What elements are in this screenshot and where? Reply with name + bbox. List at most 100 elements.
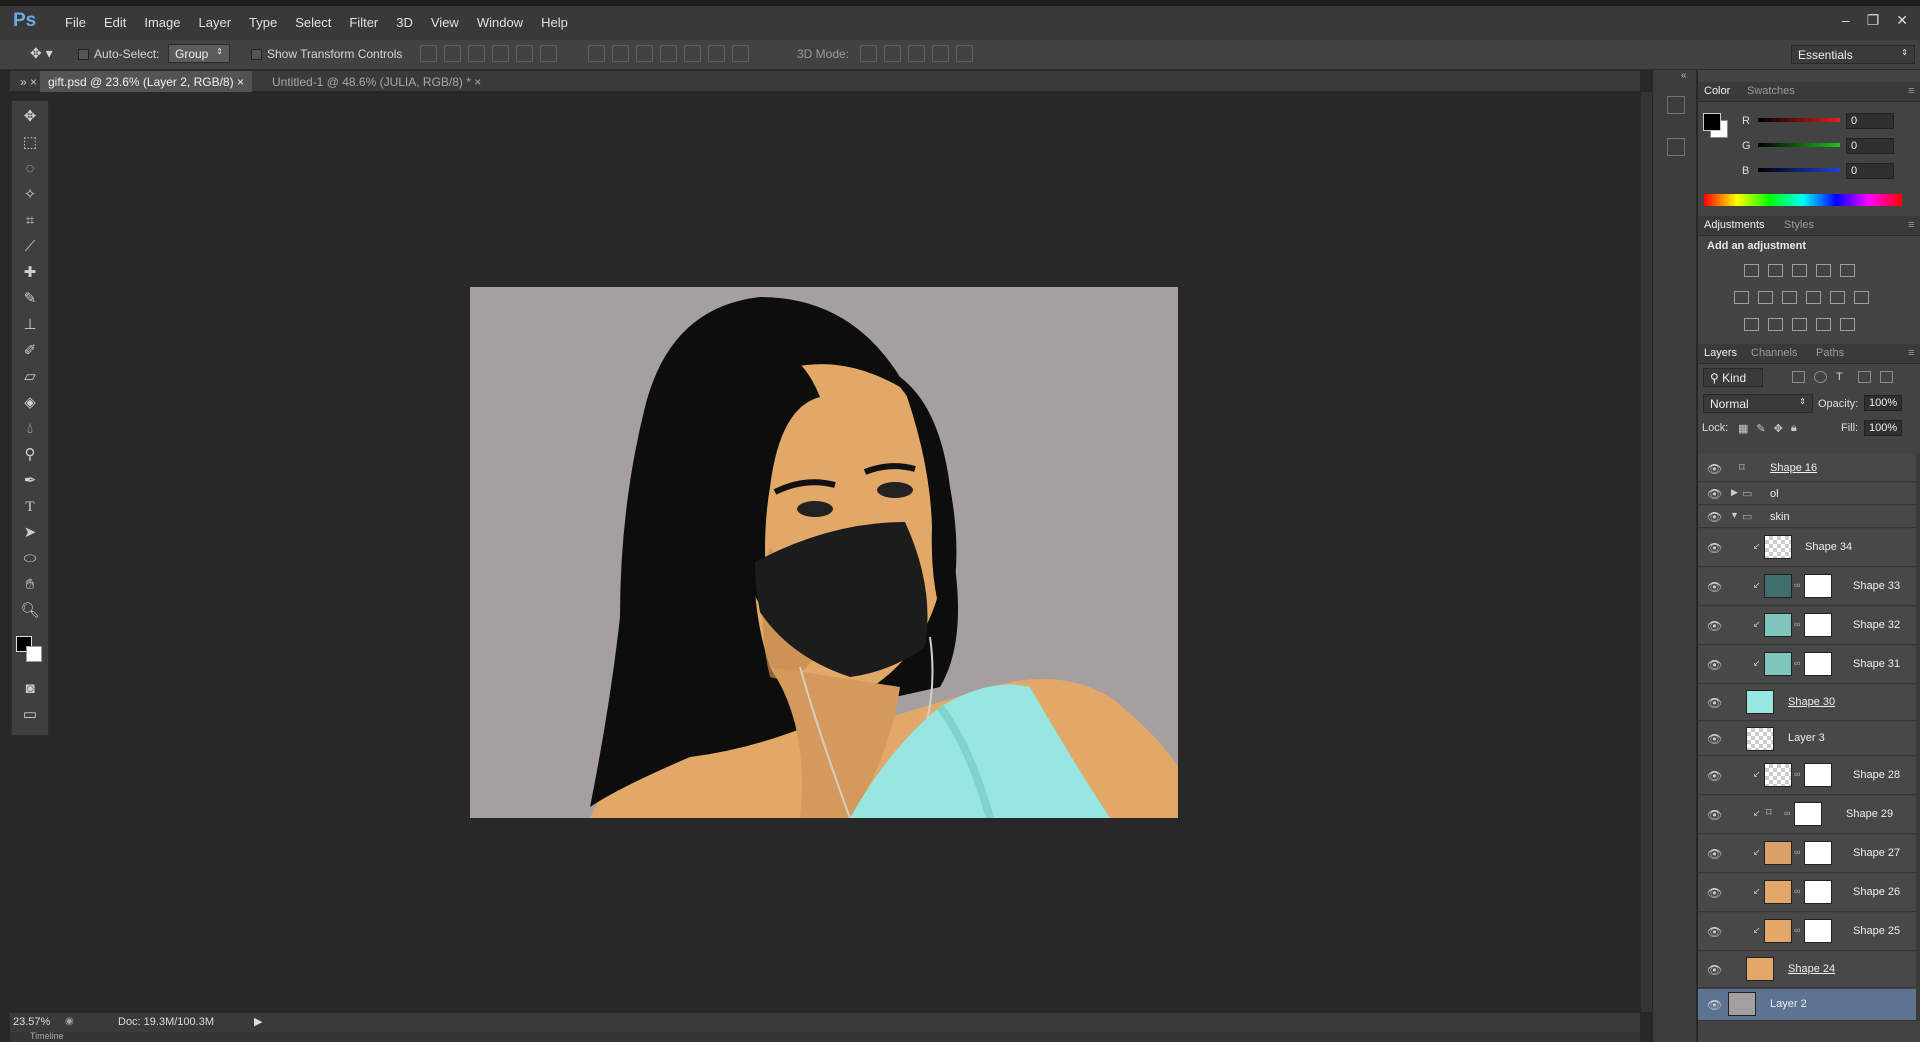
tab-close-icon[interactable]: × bbox=[474, 75, 481, 89]
filter-smart-object-icon[interactable] bbox=[1880, 371, 1893, 383]
color-lookup-icon[interactable] bbox=[1854, 291, 1869, 304]
lock-all-icon[interactable]: 🔒︎ bbox=[1791, 422, 1797, 435]
menu-3d[interactable]: 3D bbox=[387, 15, 422, 30]
layer-name[interactable]: Shape 28 bbox=[1853, 769, 1900, 781]
layer-name[interactable]: Layer 2 bbox=[1770, 998, 1807, 1010]
layer-row[interactable]: 👁︎ ↙ ⌑ ∞ Shape 29 bbox=[1698, 796, 1916, 834]
layer-row[interactable]: 👁︎ ↙ Shape 34 bbox=[1698, 529, 1916, 567]
path-selection-icon[interactable]: ➤ bbox=[20, 523, 40, 543]
channel-g-slider[interactable] bbox=[1758, 143, 1840, 147]
3d-slide-icon[interactable] bbox=[932, 45, 949, 62]
panel-menu-icon[interactable]: ≡ bbox=[1908, 85, 1914, 97]
lock-image-icon[interactable]: ✎ bbox=[1756, 422, 1765, 435]
lock-position-icon[interactable]: ✥ bbox=[1774, 422, 1783, 435]
levels-icon[interactable] bbox=[1768, 264, 1783, 277]
visibility-eye-icon[interactable]: 👁︎ bbox=[1707, 847, 1722, 861]
properties-panel-icon[interactable] bbox=[1667, 138, 1685, 156]
tab-paths[interactable]: Paths bbox=[1816, 347, 1844, 359]
visibility-eye-icon[interactable]: 👁︎ bbox=[1707, 963, 1722, 977]
link-icon[interactable]: ∞ bbox=[1794, 886, 1800, 896]
channel-r-slider[interactable] bbox=[1758, 118, 1840, 122]
lock-transparent-icon[interactable]: ▦ bbox=[1738, 422, 1748, 435]
eyedropper-icon[interactable]: ⟋ bbox=[20, 237, 40, 257]
history-panel-icon[interactable] bbox=[1667, 96, 1685, 114]
menu-file[interactable]: File bbox=[56, 15, 95, 30]
distribute-bottom-icon[interactable] bbox=[636, 45, 653, 62]
selective-color-icon[interactable] bbox=[1816, 318, 1831, 331]
collapse-icon[interactable]: « bbox=[1681, 70, 1687, 81]
visibility-eye-icon[interactable]: 👁︎ bbox=[1707, 696, 1722, 710]
curves-icon[interactable] bbox=[1792, 264, 1807, 277]
move-tool-preset-icon[interactable]: ✥ ▾ bbox=[30, 45, 53, 62]
layer-name[interactable]: Shape 24 bbox=[1788, 963, 1835, 975]
align-vcenter-icon[interactable] bbox=[444, 45, 461, 62]
layer-row[interactable]: 👁︎ Shape 24 bbox=[1698, 952, 1916, 988]
zoom-level[interactable]: 23.57% bbox=[13, 1016, 50, 1028]
status-menu-arrow-icon[interactable]: ▶ bbox=[254, 1015, 262, 1028]
tab-channels[interactable]: Channels bbox=[1751, 347, 1797, 359]
blur-tool-icon[interactable]: 💧︎ bbox=[20, 419, 40, 439]
visibility-eye-icon[interactable]: 👁︎ bbox=[1707, 580, 1722, 594]
menu-select[interactable]: Select bbox=[286, 15, 340, 30]
tab-layers[interactable]: Layers bbox=[1704, 347, 1737, 359]
posterize-icon[interactable] bbox=[1768, 318, 1783, 331]
tab-adjustments[interactable]: Adjustments bbox=[1704, 219, 1765, 231]
dodge-tool-icon[interactable]: ⚲ bbox=[20, 445, 40, 465]
layer-row-selected[interactable]: 👁︎ Layer 2 bbox=[1698, 989, 1916, 1021]
menu-help[interactable]: Help bbox=[532, 15, 577, 30]
layer-name[interactable]: Shape 25 bbox=[1853, 925, 1900, 937]
visibility-eye-icon[interactable]: 👁︎ bbox=[1707, 808, 1722, 822]
visibility-eye-icon[interactable]: 👁︎ bbox=[1707, 886, 1722, 900]
collapse-arrow-icon[interactable]: ▼ bbox=[1730, 510, 1739, 520]
3d-roll-icon[interactable] bbox=[884, 45, 901, 62]
expand-arrow-icon[interactable]: ▶ bbox=[1731, 487, 1738, 498]
status-info-icon[interactable]: ◉ bbox=[65, 1016, 74, 1027]
black-white-icon[interactable] bbox=[1782, 291, 1797, 304]
auto-select-checkbox[interactable]: Auto-Select: bbox=[78, 47, 159, 61]
menu-edit[interactable]: Edit bbox=[95, 15, 135, 30]
menu-layer[interactable]: Layer bbox=[190, 15, 241, 30]
visibility-eye-icon[interactable]: 👁︎ bbox=[1707, 510, 1722, 524]
filter-pixel-icon[interactable] bbox=[1792, 371, 1805, 383]
move-tool-icon[interactable]: ✥ bbox=[20, 107, 40, 127]
3d-pan-icon[interactable] bbox=[908, 45, 925, 62]
color-balance-icon[interactable] bbox=[1758, 291, 1773, 304]
visibility-eye-icon[interactable]: 👁︎ bbox=[1707, 732, 1722, 746]
clone-stamp-icon[interactable]: ⊥ bbox=[20, 315, 40, 335]
paint-bucket-icon[interactable]: ◈ bbox=[20, 393, 40, 413]
visibility-eye-icon[interactable]: 👁︎ bbox=[1707, 541, 1722, 555]
visibility-eye-icon[interactable]: 👁︎ bbox=[1707, 769, 1722, 783]
link-icon[interactable]: ∞ bbox=[1794, 769, 1800, 779]
link-icon[interactable]: ∞ bbox=[1784, 808, 1790, 818]
visibility-eye-icon[interactable]: 👁︎ bbox=[1707, 925, 1722, 939]
menu-window[interactable]: Window bbox=[468, 15, 532, 30]
screen-mode-icon[interactable]: ▭ bbox=[20, 705, 40, 725]
menu-type[interactable]: Type bbox=[240, 15, 286, 30]
layers-scrollbar[interactable] bbox=[1916, 454, 1920, 1021]
link-icon[interactable]: ∞ bbox=[1794, 619, 1800, 629]
3d-scale-icon[interactable] bbox=[956, 45, 973, 62]
layer-name[interactable]: Layer 3 bbox=[1788, 732, 1825, 744]
visibility-eye-icon[interactable]: 👁︎ bbox=[1707, 619, 1722, 633]
tab-gift-psd[interactable]: gift.psd @ 23.6% (Layer 2, RGB/8) × bbox=[40, 71, 252, 92]
3d-rotate-icon[interactable] bbox=[860, 45, 877, 62]
visibility-eye-icon[interactable]: 👁︎ bbox=[1707, 487, 1722, 501]
link-icon[interactable]: ∞ bbox=[1794, 658, 1800, 668]
tab-untitled-1[interactable]: Untitled-1 @ 48.6% (JULIA, RGB/8) * × bbox=[264, 71, 489, 92]
type-tool-icon[interactable]: T bbox=[20, 497, 40, 517]
channel-r-value[interactable]: 0 bbox=[1846, 113, 1894, 129]
layer-name[interactable]: Shape 33 bbox=[1853, 580, 1900, 592]
color-spectrum-bar[interactable] bbox=[1704, 194, 1902, 206]
layer-name[interactable]: Shape 29 bbox=[1846, 808, 1893, 820]
layer-group-row[interactable]: 👁︎ ▶ ▭ ol bbox=[1698, 483, 1916, 505]
foreground-color-swatch[interactable] bbox=[1703, 113, 1721, 131]
layer-row[interactable]: 👁︎ ↙ ∞ Shape 32 bbox=[1698, 607, 1916, 645]
layer-name[interactable]: Shape 16 bbox=[1770, 462, 1817, 474]
pen-tool-icon[interactable]: ✒ bbox=[20, 471, 40, 491]
opacity-input[interactable]: 100% bbox=[1864, 395, 1902, 411]
lasso-tool-icon[interactable]: ◌ bbox=[20, 159, 40, 179]
ellipse-tool-icon[interactable]: ⬭ bbox=[20, 549, 40, 569]
layer-row[interactable]: 👁︎ ↙ ∞ Shape 27 bbox=[1698, 835, 1916, 873]
distribute-hcenter-icon[interactable] bbox=[684, 45, 701, 62]
fill-input[interactable]: 100% bbox=[1864, 420, 1902, 436]
